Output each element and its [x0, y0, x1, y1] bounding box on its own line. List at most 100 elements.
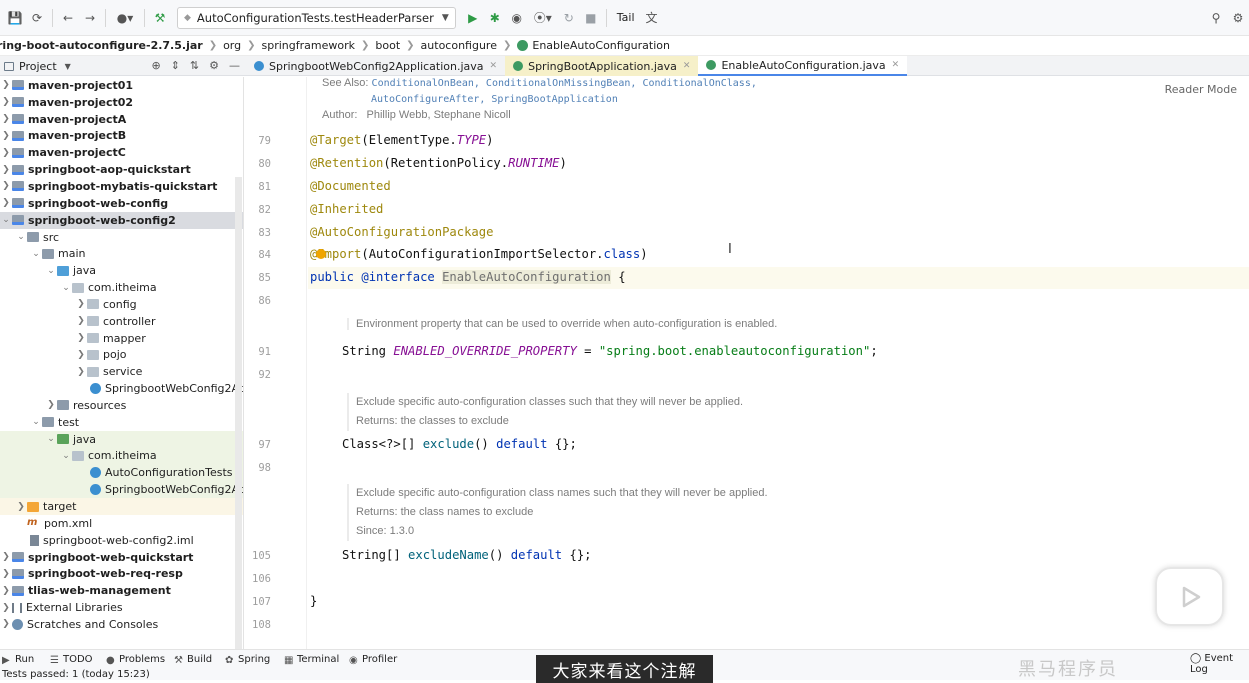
tree-item[interactable]: ❯ config	[0, 296, 243, 313]
breadcrumb-boot[interactable]: boot	[375, 39, 406, 52]
reader-mode-toggle[interactable]: Reader Mode	[1165, 83, 1237, 96]
profiler-tool-button[interactable]: ◉ Profiler	[349, 654, 397, 666]
chevron-right-icon[interactable]: ❯	[0, 114, 12, 124]
tree-item[interactable]: ❯ maven-projectB	[0, 128, 243, 145]
tree-item-selected[interactable]: ⌄ springboot-web-config2	[0, 211, 243, 229]
chevron-right-icon[interactable]: ❯	[0, 586, 12, 596]
tail-button[interactable]: Tail	[617, 11, 635, 24]
rerun-icon[interactable]: ↻	[558, 7, 580, 29]
tree-item[interactable]: SpringbootWebConfig2App	[0, 380, 243, 397]
chevron-right-icon[interactable]: ❯	[0, 552, 12, 562]
chevron-down-icon[interactable]: ⌄	[45, 434, 57, 444]
chevron-down-icon[interactable]: ⌄	[60, 451, 72, 461]
chevron-right-icon[interactable]: ❯	[0, 131, 12, 141]
chevron-right-icon[interactable]: ❯	[0, 198, 12, 208]
close-icon[interactable]: ✕	[683, 61, 691, 71]
tree-item[interactable]: m pom.xml	[0, 515, 243, 532]
close-icon[interactable]: ✕	[892, 60, 900, 70]
build-tool-button[interactable]: ⚒ Build	[174, 654, 212, 666]
chevron-right-icon[interactable]: ❯	[0, 603, 12, 613]
save-icon[interactable]: 💾	[4, 7, 26, 29]
project-tool-header[interactable]: Project ▼ ⊕ ⇕ ⇅ ⚙ —	[0, 56, 244, 76]
chevron-down-icon[interactable]: ⌄	[15, 232, 27, 242]
tree-item[interactable]: ❯ target	[0, 498, 243, 515]
tree-item[interactable]: ❯ maven-project02	[0, 94, 243, 111]
search-icon[interactable]: ⚲	[1205, 7, 1227, 29]
breadcrumb-springframework[interactable]: springframework	[262, 39, 361, 52]
close-icon[interactable]: ✕	[490, 61, 498, 71]
chevron-right-icon[interactable]: ❯	[0, 148, 12, 158]
chevron-down-icon[interactable]: ⌄	[0, 215, 12, 225]
chevron-right-icon[interactable]: ❯	[0, 181, 12, 191]
see-also-links-1[interactable]: ConditionalOnBean, ConditionalOnMissingB…	[372, 78, 757, 89]
back-icon[interactable]: ←	[57, 7, 79, 29]
tree-item[interactable]: ❯ controller	[0, 313, 243, 330]
code-editor[interactable]: Reader Mode See Also: ConditionalOnBean,…	[245, 77, 1249, 649]
debug-icon[interactable]: ✱	[484, 7, 506, 29]
todo-tool-button[interactable]: ☰ TODO	[50, 654, 93, 666]
translate-icon[interactable]: 文	[641, 7, 663, 29]
gear-icon[interactable]: ⚙	[209, 59, 219, 72]
tree-item[interactable]: ❯ maven-projectC	[0, 144, 243, 161]
locate-icon[interactable]: ⊕	[151, 59, 160, 72]
tree-item[interactable]: ⌄ test	[0, 414, 243, 431]
chevron-right-icon[interactable]: ❯	[0, 97, 12, 107]
tree-item[interactable]: ❯ springboot-web-config	[0, 195, 243, 212]
terminal-tool-button[interactable]: ▦ Terminal	[284, 654, 339, 666]
tree-item[interactable]: ❯ springboot-web-req-resp	[0, 565, 243, 582]
tab-springbootwebconfig2application[interactable]: SpringbootWebConfig2Application.java ✕	[246, 56, 505, 76]
event-log-button[interactable]: ◯ Event Log	[1190, 653, 1249, 675]
collapse-all-icon[interactable]: ⇅	[190, 59, 199, 72]
run-configuration-select[interactable]: ◆ AutoConfigurationTests.testHeaderParse…	[177, 6, 456, 29]
problems-tool-button[interactable]: ● Problems	[106, 654, 165, 666]
chevron-right-icon[interactable]: ❯	[0, 569, 12, 579]
stop-icon[interactable]: ■	[580, 7, 602, 29]
tree-item[interactable]: ⌄ main	[0, 245, 243, 262]
breadcrumb-class[interactable]: EnableAutoConfiguration	[532, 39, 676, 52]
gear-icon[interactable]: ⚙	[1227, 7, 1249, 29]
tree-item[interactable]: ❯ resources	[0, 397, 243, 414]
tree-item[interactable]: ⌄ java	[0, 430, 243, 448]
chevron-down-icon[interactable]: ▼	[65, 62, 71, 71]
tab-enableautoconfiguration[interactable]: EnableAutoConfiguration.java ✕	[698, 56, 908, 76]
chevron-right-icon[interactable]: ❯	[15, 502, 27, 512]
vcs-user-icon[interactable]: ●▾	[110, 7, 140, 29]
tree-item[interactable]: ❯ springboot-aop-quickstart	[0, 161, 243, 178]
tree-item[interactable]: springboot-web-config2.iml	[0, 532, 243, 549]
spring-tool-button[interactable]: ✿ Spring	[225, 654, 270, 666]
tree-item[interactable]: SpringbootWebConfig2App	[0, 481, 243, 499]
chevron-right-icon[interactable]: ❯	[75, 350, 87, 360]
breadcrumb-jar[interactable]: ring-boot-autoconfigure-2.7.5.jar	[0, 39, 209, 52]
tree-item[interactable]: ❯ springboot-mybatis-quickstart	[0, 178, 243, 195]
tree-item[interactable]: ❯ maven-project01	[0, 77, 243, 94]
tab-springbootapplication[interactable]: SpringBootApplication.java ✕	[505, 56, 699, 76]
chevron-down-icon[interactable]: ⌄	[60, 283, 72, 293]
build-hammer-icon[interactable]: ⚒	[149, 7, 171, 29]
chevron-right-icon[interactable]: ❯	[75, 333, 87, 343]
chevron-right-icon[interactable]: ❯	[45, 400, 57, 410]
tree-item[interactable]: ⌄ com.itheima	[0, 447, 243, 465]
breadcrumb-autoconfigure[interactable]: autoconfigure	[421, 39, 503, 52]
intention-bulb-icon[interactable]	[316, 249, 326, 259]
tree-item[interactable]: ❯ Scratches and Consoles	[0, 616, 243, 633]
coverage-icon[interactable]: ◉	[506, 7, 528, 29]
tree-item[interactable]: ⌄ src	[0, 229, 243, 246]
chevron-right-icon[interactable]: ❯	[0, 80, 12, 90]
chevron-right-icon[interactable]: ❯	[0, 619, 12, 629]
minimize-icon[interactable]: —	[229, 59, 240, 72]
video-play-button[interactable]	[1155, 567, 1224, 626]
forward-icon[interactable]: →	[79, 7, 101, 29]
tree-item[interactable]: ❯ External Libraries	[0, 599, 243, 616]
tree-item[interactable]: ❯ mapper	[0, 330, 243, 347]
tree-item[interactable]: ❯ service	[0, 363, 243, 380]
chevron-down-icon[interactable]: ⌄	[30, 417, 42, 427]
tree-item[interactable]: ❯ tlias-web-management	[0, 582, 243, 599]
tree-item[interactable]: AutoConfigurationTests	[0, 464, 243, 482]
tree-item[interactable]: ❯ springboot-web-quickstart	[0, 549, 243, 566]
chevron-down-icon[interactable]: ⌄	[30, 249, 42, 259]
profile-icon[interactable]: ⦿▾	[528, 7, 558, 29]
tree-item[interactable]: ❯ pojo	[0, 347, 243, 364]
run-icon[interactable]: ▶	[462, 7, 484, 29]
breadcrumb-org[interactable]: org	[223, 39, 247, 52]
tree-item[interactable]: ❯ maven-projectA	[0, 111, 243, 128]
